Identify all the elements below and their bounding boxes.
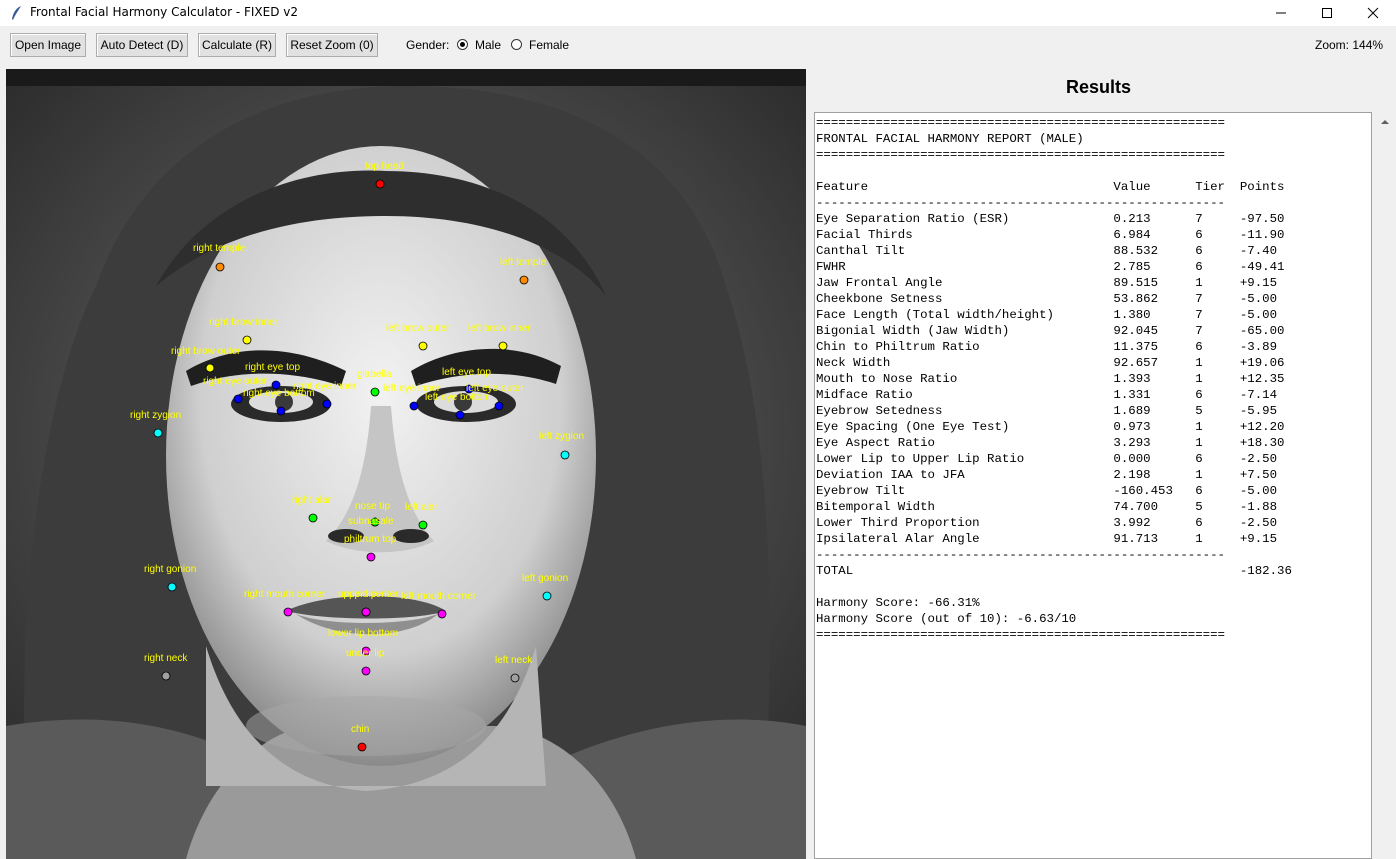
- landmark-left-zygion-label: left zygion: [539, 431, 584, 442]
- landmark-left-gonion-label: left gonion: [522, 573, 568, 584]
- landmark-left-gonion-point[interactable]: [542, 591, 552, 601]
- landmark-right-temple-point[interactable]: [215, 262, 225, 272]
- landmark-lower-lip-bottom-label: lower lip bottom: [328, 628, 398, 639]
- close-button[interactable]: [1350, 0, 1396, 26]
- landmark-top-head-point[interactable]: [375, 179, 385, 189]
- results-heading: Results: [1066, 77, 1132, 97]
- landmark-left-eye-bottom-point[interactable]: [455, 410, 465, 420]
- landmark-left-mouth-corner-label: left mouth corner: [401, 591, 477, 602]
- landmark-nose-tip-label: nose tip: [355, 501, 390, 512]
- landmark-right-temple-label: right temple: [193, 243, 246, 254]
- minimize-icon: [1276, 12, 1286, 14]
- landmark-right-zygion-point[interactable]: [153, 428, 163, 438]
- landmark-left-brow-inner-point[interactable]: [498, 341, 508, 351]
- calculate-button[interactable]: Calculate (R): [198, 33, 276, 57]
- landmark-left-eye-outer-point[interactable]: [494, 401, 504, 411]
- auto-detect-button[interactable]: Auto Detect (D): [96, 33, 188, 57]
- landmark-philtrum-top-label: philtrum top: [344, 534, 397, 545]
- landmark-left-alar-point[interactable]: [418, 520, 428, 530]
- maximize-icon: [1322, 8, 1332, 18]
- open-image-button[interactable]: Open Image: [10, 33, 86, 57]
- landmark-right-gonion-point[interactable]: [167, 582, 177, 592]
- gender-male-radio[interactable]: [457, 39, 468, 50]
- gender-female-radio[interactable]: [511, 39, 522, 50]
- maximize-button[interactable]: [1304, 0, 1350, 26]
- landmark-left-temple-point[interactable]: [519, 275, 529, 285]
- gender-male-label[interactable]: Male: [475, 38, 501, 52]
- landmark-subnasale-label: subnasale: [348, 516, 394, 527]
- results-textbox[interactable]: ========================================…: [814, 112, 1372, 859]
- feather-icon: [12, 6, 21, 20]
- landmark-top-head-label: top head: [365, 161, 404, 172]
- landmark-cupid-center-point[interactable]: [361, 607, 371, 617]
- results-scrollbar[interactable]: [1374, 112, 1396, 859]
- landmark-under-lip-point[interactable]: [361, 666, 371, 676]
- landmark-chin-point[interactable]: [357, 742, 367, 752]
- landmark-right-eye-bottom-point[interactable]: [276, 406, 286, 416]
- window-title: Frontal Facial Harmony Calculator - FIXE…: [30, 5, 299, 19]
- landmark-right-zygion-label: right zygion: [130, 410, 181, 421]
- landmark-right-alar-point[interactable]: [308, 513, 318, 523]
- landmark-right-neck-label: right neck: [144, 653, 188, 664]
- close-icon: [1367, 7, 1379, 19]
- landmark-left-brow-outer-point[interactable]: [418, 341, 428, 351]
- landmark-glabella-point[interactable]: [370, 387, 380, 397]
- landmark-left-temple-label: left temple: [500, 257, 547, 268]
- landmark-philtrum-top-point[interactable]: [366, 552, 376, 562]
- landmark-right-brow-outer-point[interactable]: [205, 363, 215, 373]
- landmark-right-eye-inner-label: right eye inner: [293, 381, 357, 392]
- title-bar: Frontal Facial Harmony Calculator - FIXE…: [0, 0, 1396, 26]
- landmark-right-mouth-corner-label: right mouth corner: [244, 589, 326, 600]
- harmony-report: ========================================…: [816, 116, 1292, 642]
- reset-zoom-button[interactable]: Reset Zoom (0): [286, 33, 378, 57]
- landmark-right-alar-label: right alar: [292, 495, 332, 506]
- gender-label: Gender:: [406, 38, 450, 52]
- landmark-right-brow-inner-point[interactable]: [242, 335, 252, 345]
- landmark-left-zygion-point[interactable]: [560, 450, 570, 460]
- landmark-left-eye-bottom-label: left eye bottom: [425, 392, 491, 403]
- gender-female-label[interactable]: Female: [529, 38, 569, 52]
- landmark-right-eye-top-label: right eye top: [245, 362, 300, 373]
- landmark-left-neck-label: left neck: [495, 655, 533, 666]
- landmark-right-brow-inner-label: right brow inner: [209, 317, 279, 328]
- scroll-up-icon[interactable]: [1374, 114, 1396, 130]
- landmark-right-gonion-label: right gonion: [144, 564, 196, 575]
- landmark-right-mouth-corner-point[interactable]: [283, 607, 293, 617]
- landmark-left-neck-point[interactable]: [510, 673, 520, 683]
- landmark-right-eye-inner-point[interactable]: [322, 399, 332, 409]
- landmark-glabella-label: glabella: [357, 369, 392, 380]
- landmark-under-lip-label: under lip: [346, 648, 385, 659]
- landmark-right-neck-point[interactable]: [161, 671, 171, 681]
- landmark-left-brow-inner-label: left brow inner: [468, 323, 531, 334]
- landmark-right-brow-outer-label: right brow outer: [171, 346, 241, 357]
- landmark-left-eye-top-label: left eye top: [442, 367, 491, 378]
- landmark-left-eye-inner-point[interactable]: [409, 401, 419, 411]
- minimize-button[interactable]: [1258, 0, 1304, 26]
- landmark-left-mouth-corner-point[interactable]: [437, 609, 447, 619]
- landmark-right-eye-outer-label: right eye outer: [203, 376, 268, 387]
- landmark-left-alar-label: left alar: [405, 502, 438, 513]
- landmark-chin-label: chin: [351, 724, 369, 735]
- landmark-cupid-center-label: cupid center: [344, 589, 399, 600]
- zoom-indicator: Zoom: 144%: [1315, 38, 1384, 52]
- landmark-overlay: top head right temple left temple right bro…: [130, 161, 584, 752]
- landmark-left-brow-outer-label: left brow outer: [386, 323, 450, 334]
- image-canvas[interactable]: top head right temple left temple right bro…: [6, 69, 806, 859]
- landmark-right-eye-outer-point[interactable]: [233, 394, 243, 404]
